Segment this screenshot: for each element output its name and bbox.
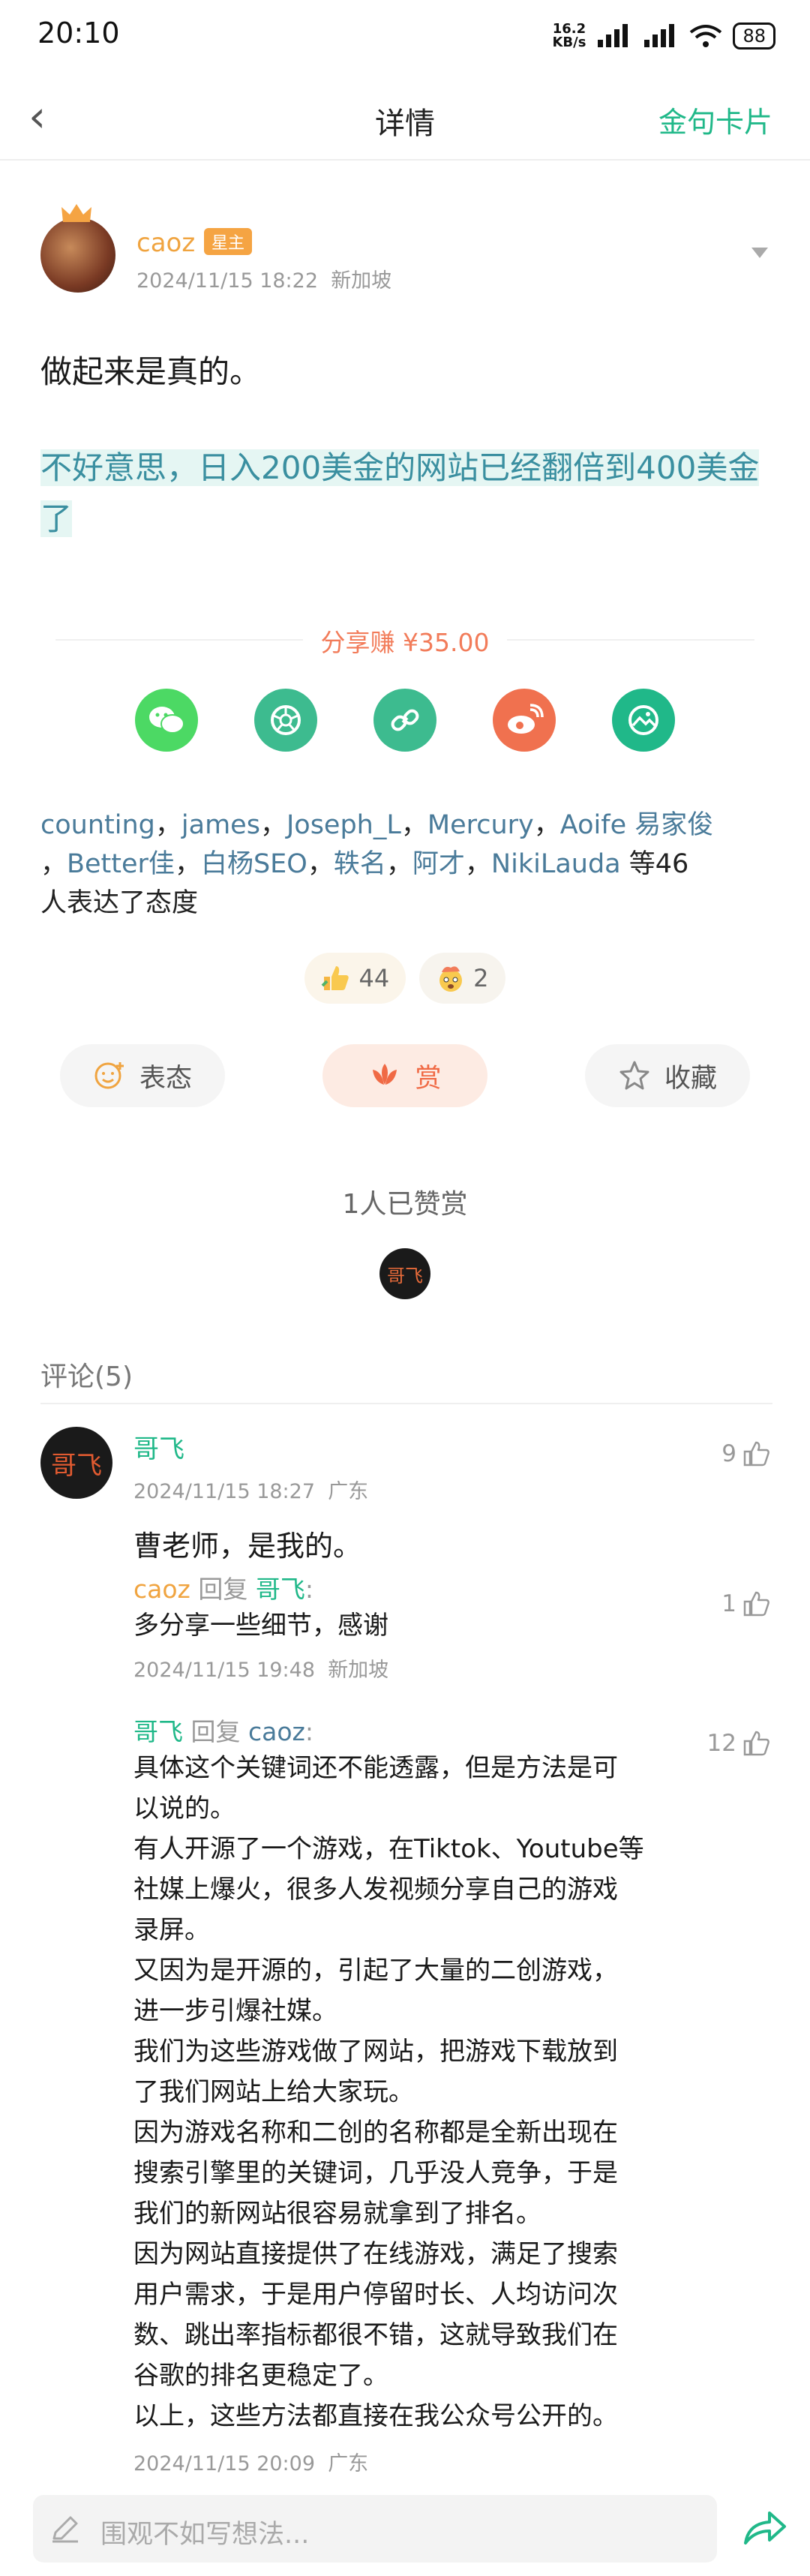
reactor-name[interactable]: Better佳 — [67, 849, 175, 879]
reply-author[interactable]: caoz — [134, 1575, 190, 1604]
reactor-name[interactable]: 阿才 — [412, 849, 465, 879]
share-icons — [135, 689, 675, 752]
post-text: 做起来是真的。 — [40, 353, 262, 390]
smiley-plus-icon — [94, 1062, 124, 1089]
battery-indicator: 88 — [733, 23, 776, 50]
reactor-name[interactable]: Aoife 易家俊 — [560, 810, 713, 840]
thumbs-up-icon — [743, 1441, 770, 1467]
reaction-count: 44 — [358, 964, 390, 992]
pencil-icon — [52, 2516, 78, 2543]
weibo-icon[interactable] — [493, 689, 556, 752]
favorite-button[interactable]: 收藏 — [585, 1044, 750, 1107]
star-icon — [620, 1061, 650, 1090]
comments-header: 评论(5) — [40, 1362, 133, 1392]
comment-like-button[interactable]: 9 — [722, 1440, 771, 1467]
wifi-icon — [690, 25, 722, 47]
reply-text: 具体这个关键词还不能透露，但是方法是可 以说的。 有人开源了一个游戏，在Tikt… — [134, 1753, 644, 2431]
reply-header: caoz 回复 哥飞: — [134, 1575, 314, 1604]
wechat-icon[interactable] — [135, 689, 198, 752]
lotus-icon — [373, 1064, 398, 1085]
thumbs-up-icon — [743, 1591, 770, 1617]
image-card-icon[interactable] — [612, 689, 675, 752]
comment-placeholder: 围观不如写想法... — [100, 2520, 310, 2550]
divider — [40, 1403, 772, 1404]
post-highlight: 不好意思，日入200美金的网站已经翻倍到400美金了 — [40, 449, 760, 537]
network-speed: 16.2 KB/s — [552, 21, 586, 50]
reply-text: 多分享一些细节，感谢 — [134, 1611, 388, 1641]
reply-like-button[interactable]: 1 — [722, 1590, 771, 1617]
reactor-name[interactable]: NikiLauda — [491, 849, 621, 879]
owner-badge: 星主 — [204, 228, 253, 255]
quote-card-button[interactable]: 金句卡片 — [658, 99, 772, 140]
comment-text: 曹老师，是我的。 — [134, 1530, 362, 1563]
status-time: 20:10 — [38, 17, 120, 50]
thumbs-up-emoji — [322, 966, 350, 990]
nav-bar: ‹ 详情 金句卡片 — [0, 75, 810, 161]
share-earn-label: 分享赚 ¥35.00 — [320, 628, 490, 657]
tip-count: 1人已赞赏 — [342, 1189, 468, 1220]
reactors-list: counting，james，Joseph_L，Mercury，Aoife 易家… — [40, 810, 714, 918]
reply-target[interactable]: caoz — [248, 1717, 305, 1746]
post-location: 新加坡 — [331, 269, 392, 293]
commenter-avatar[interactable]: 哥飞 — [40, 1427, 112, 1499]
author-avatar[interactable] — [40, 218, 116, 293]
reactor-name[interactable]: counting — [40, 810, 155, 840]
status-icons: 16.2 KB/s 88 — [552, 23, 776, 50]
mind-blown-emoji — [440, 966, 463, 992]
more-options-icon[interactable] — [752, 248, 768, 258]
reactor-summary: 人表达了态度 — [40, 888, 199, 918]
reaction-mind-blown[interactable]: 2 — [419, 953, 506, 1004]
author-name[interactable]: caoz — [136, 228, 195, 258]
reaction-summary: 44 2 — [0, 953, 810, 1004]
reaction-thumbs-up[interactable]: 44 — [304, 953, 406, 1004]
moments-icon[interactable] — [254, 689, 317, 752]
reaction-count: 2 — [473, 964, 489, 992]
react-button[interactable]: 表态 — [60, 1044, 225, 1107]
link-icon[interactable] — [374, 689, 436, 752]
tip-button[interactable]: 赏 — [322, 1044, 488, 1107]
tipper-avatar[interactable]: 哥飞 — [380, 1248, 430, 1299]
reply-header: 哥飞 回复 caoz: — [134, 1717, 314, 1746]
signal-icon — [598, 24, 628, 47]
reactor-count: 等46 — [628, 849, 689, 879]
reactor-name[interactable]: Mercury — [428, 810, 534, 840]
thumbs-up-icon — [743, 1731, 770, 1756]
reactor-name[interactable]: Joseph_L — [286, 810, 401, 840]
crown-icon — [62, 204, 92, 222]
share-arrow-icon[interactable] — [742, 2507, 788, 2547]
reply-meta: 2024/11/15 19:48 新加坡 — [134, 1659, 389, 1682]
post-meta: 2024/11/15 18:22 新加坡 — [136, 264, 392, 293]
reply-meta: 2024/11/15 20:09 广东 — [134, 2452, 369, 2475]
reply-like-button[interactable]: 12 — [707, 1730, 771, 1757]
reply-author[interactable]: 哥飞 — [134, 1717, 183, 1746]
commenter-name[interactable]: 哥飞 — [134, 1428, 184, 1465]
post-time: 2024/11/15 18:22 — [136, 269, 319, 293]
reactor-name[interactable]: 白杨SEO — [201, 849, 308, 879]
comment-meta: 2024/11/15 18:27 广东 — [134, 1480, 369, 1503]
status-bar: 20:10 16.2 KB/s 88 — [0, 0, 810, 75]
reactor-name[interactable]: 轶名 — [334, 849, 386, 879]
reply-target[interactable]: 哥飞 — [256, 1575, 305, 1604]
signal-icon-2 — [644, 24, 675, 47]
reactor-name[interactable]: james — [182, 810, 260, 840]
